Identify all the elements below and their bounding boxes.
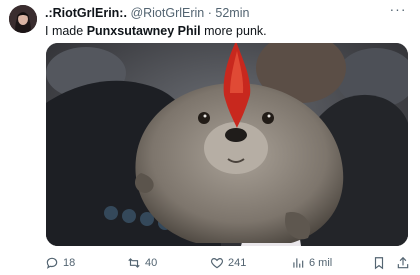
views-count: 6 mil <box>309 257 333 269</box>
views-icon <box>293 258 304 268</box>
action-bar: 18 40 241 6 mil <box>45 255 410 271</box>
bookmark-icon <box>374 257 384 270</box>
more-icon[interactable]: ··· <box>388 2 408 18</box>
reply-count: 18 <box>63 257 76 269</box>
handle[interactable]: @RiotGrlErin <box>130 6 204 20</box>
timestamp[interactable]: 52min <box>215 6 249 20</box>
tweet-photo[interactable] <box>46 43 408 246</box>
display-name[interactable]: .:RiotGrlErin:. <box>45 6 127 20</box>
repost-icon <box>128 258 140 268</box>
like-count: 241 <box>228 257 247 269</box>
separator: · <box>207 6 212 20</box>
avatar[interactable] <box>9 5 37 33</box>
like-button[interactable]: 241 <box>210 255 246 271</box>
share-button[interactable] <box>396 255 410 271</box>
share-icon <box>397 256 409 269</box>
reply-button[interactable]: 18 <box>45 255 75 271</box>
repost-button[interactable]: 40 <box>127 255 157 271</box>
tweet-text-prefix: I made <box>45 24 87 38</box>
tweet-text-suffix: more punk. <box>200 24 267 38</box>
views-button[interactable]: 6 mil <box>291 255 332 271</box>
heart-icon <box>210 258 224 269</box>
tweet-text: I made Punxsutawney Phil more punk. <box>45 24 267 38</box>
repost-count: 40 <box>145 257 158 269</box>
reply-icon <box>46 257 58 269</box>
tweet-text-bold: Punxsutawney Phil <box>86 24 201 38</box>
tweet-header: .:RiotGrlErin:. @RiotGrlErin · 52min <box>45 6 249 20</box>
bookmark-button[interactable] <box>372 255 386 271</box>
